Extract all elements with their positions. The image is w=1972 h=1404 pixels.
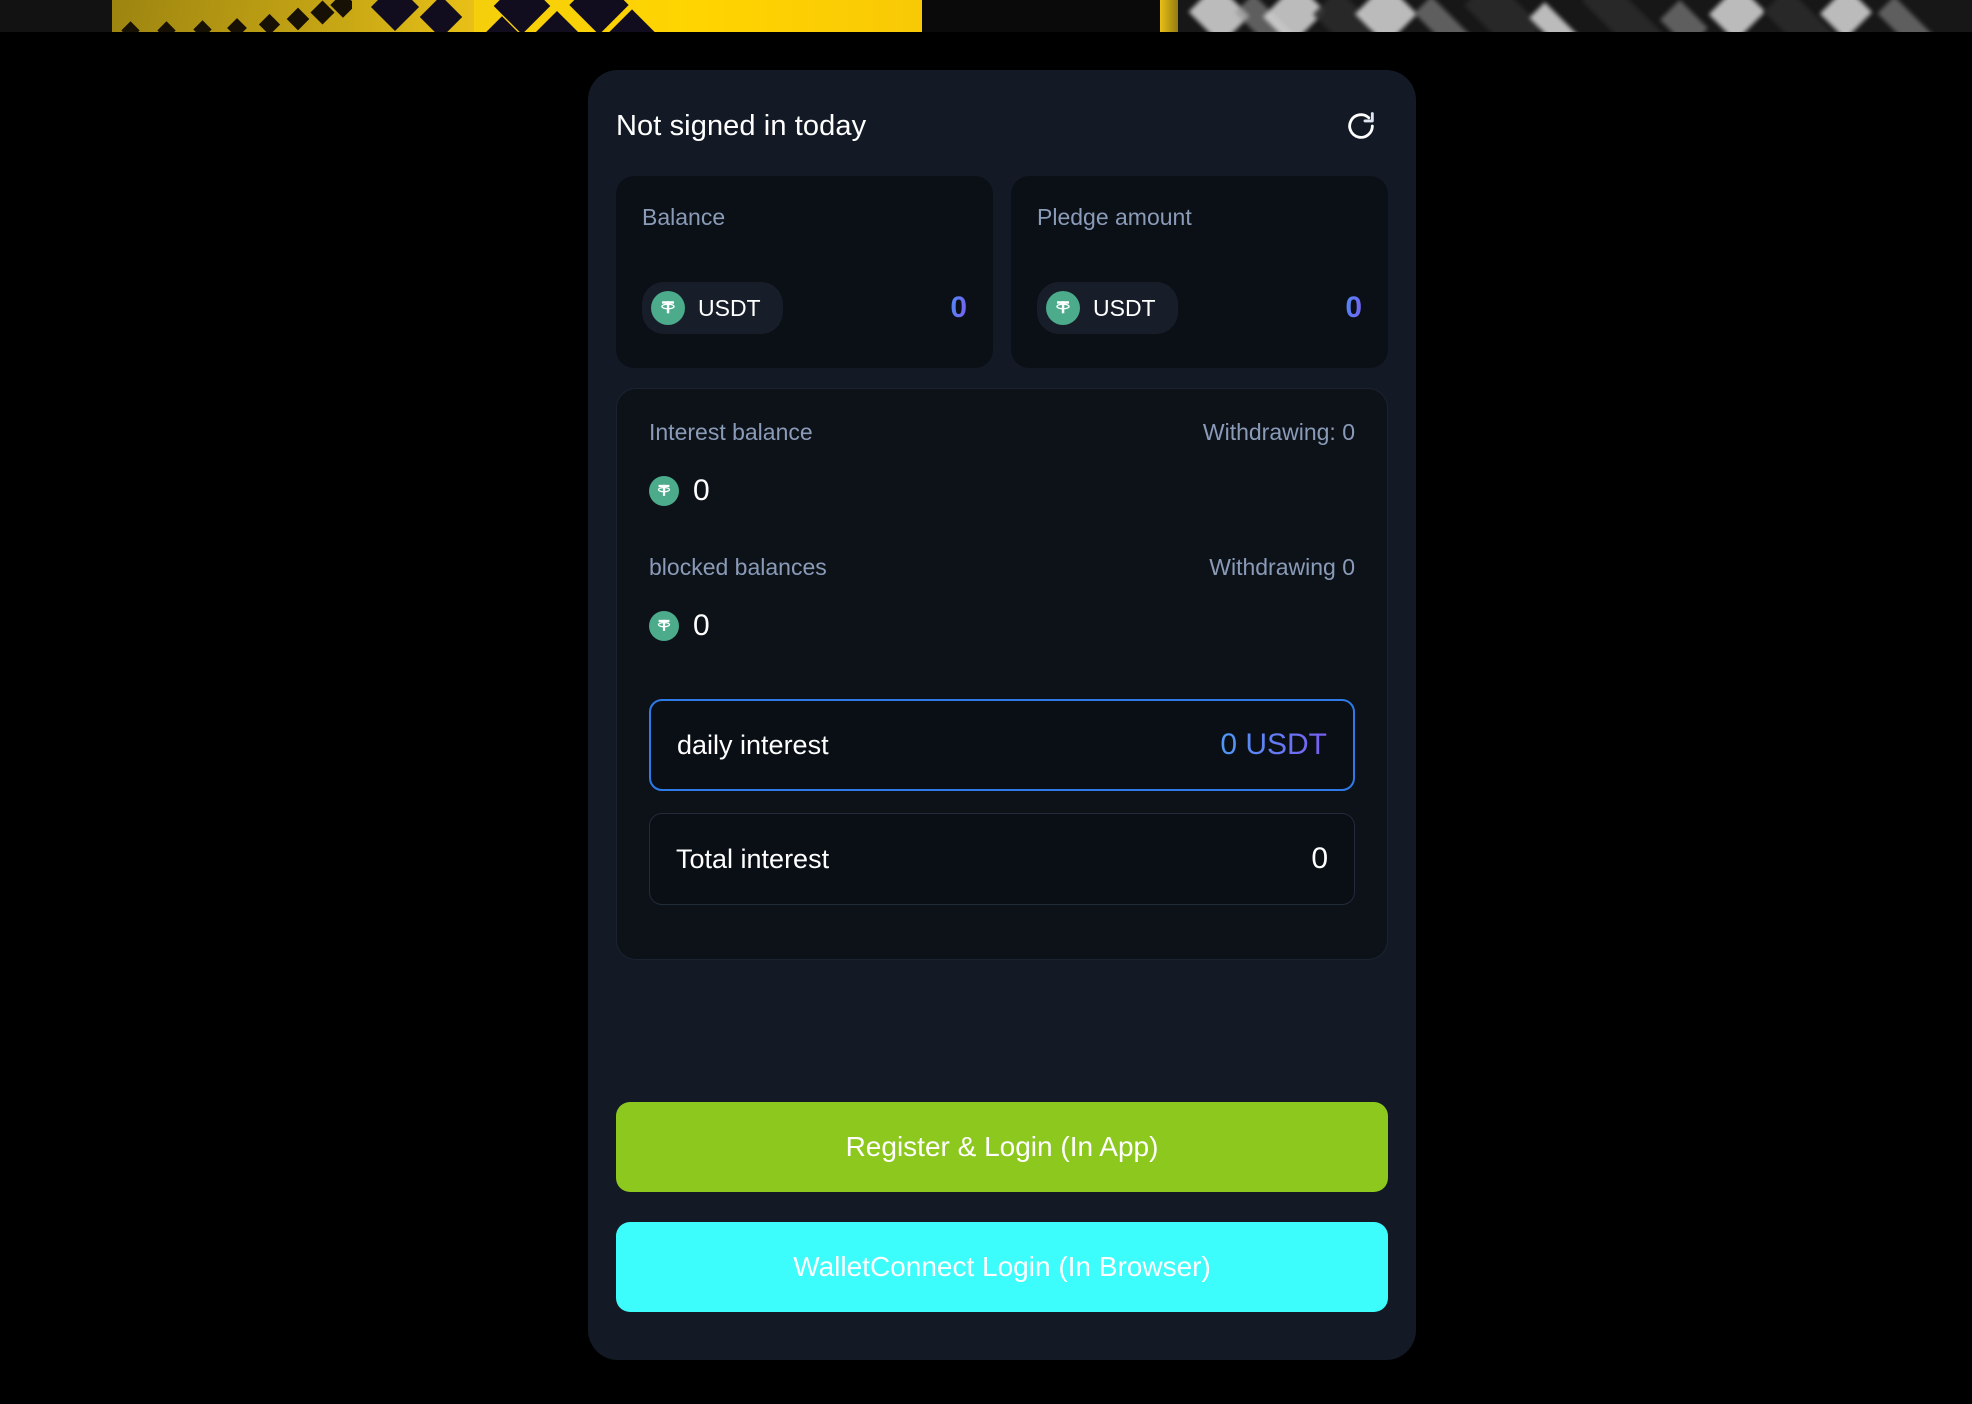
total-interest-label: Total interest: [676, 843, 830, 874]
blocked-balances-value: 0: [693, 609, 710, 642]
tether-usdt-icon: [1046, 291, 1080, 325]
balance-cards-row: Balance USDT 0 Pledge amount USDT 0: [616, 176, 1388, 368]
blocked-balances-label: blocked balances: [649, 554, 827, 580]
page-root: Not signed in today Balance USDT 0 Pledg…: [0, 0, 1972, 1404]
daily-interest-value: 0 USDT: [1220, 728, 1327, 761]
banner-yellow-panel-left: [112, 0, 352, 32]
refresh-button[interactable]: [1334, 99, 1388, 153]
pledge-card-value: 0: [1345, 291, 1362, 324]
balance-card-label: Balance: [642, 204, 726, 230]
pledge-card-label: Pledge amount: [1037, 204, 1192, 230]
token-chip-label: USDT: [698, 294, 761, 321]
tether-usdt-icon: [649, 611, 679, 641]
token-chip-label: USDT: [1093, 294, 1156, 321]
blocked-balances-value-row: 0: [649, 609, 1355, 643]
blocked-balances-block: blocked balances Withdrawing 0 0: [649, 554, 1355, 643]
pledge-card-body: USDT 0: [1037, 282, 1362, 334]
pledge-card[interactable]: Pledge amount USDT 0: [1011, 176, 1388, 368]
interest-balance-withdrawing: Withdrawing: 0: [1202, 419, 1355, 445]
balance-card-body: USDT 0: [642, 282, 967, 334]
register-login-button[interactable]: Register & Login (In App): [616, 1102, 1388, 1192]
interest-balance-value-row: 0: [649, 474, 1355, 508]
page-title: Not signed in today: [616, 109, 867, 142]
banner-yellow-panel-right: [474, 0, 922, 32]
total-interest-value: 0: [1311, 842, 1328, 875]
blocked-balances-header: blocked balances Withdrawing 0: [649, 554, 1355, 581]
balance-card[interactable]: Balance USDT 0: [616, 176, 993, 368]
interest-balance-header: Interest balance Withdrawing: 0: [649, 419, 1355, 446]
tether-usdt-icon: [649, 476, 679, 506]
tether-usdt-icon: [651, 291, 685, 325]
daily-interest-label: daily interest: [677, 729, 829, 760]
banner-yellow-panel-mid: [352, 0, 474, 32]
token-chip-usdt[interactable]: USDT: [1037, 282, 1178, 334]
banner-yellow-edge: [1160, 0, 1180, 32]
daily-interest-box[interactable]: daily interest 0 USDT: [649, 699, 1355, 791]
card-header: Not signed in today: [616, 98, 1388, 154]
balance-card-value: 0: [950, 291, 967, 324]
walletconnect-login-button[interactable]: WalletConnect Login (In Browser): [616, 1222, 1388, 1312]
banner-dark-edge: [0, 0, 112, 32]
banner-photo: [1178, 0, 1972, 32]
interest-balance-value: 0: [693, 474, 710, 507]
interest-panel: Interest balance Withdrawing: 0 0 blocke…: [616, 388, 1388, 960]
interest-balance-label: Interest balance: [649, 419, 813, 445]
token-chip-usdt[interactable]: USDT: [642, 282, 783, 334]
account-card: Not signed in today Balance USDT 0 Pledg…: [588, 70, 1416, 1360]
refresh-icon: [1348, 112, 1374, 139]
total-interest-box[interactable]: Total interest 0: [649, 813, 1355, 905]
blocked-balances-withdrawing: Withdrawing 0: [1209, 554, 1355, 580]
promo-banner-strip[interactable]: [0, 0, 1972, 32]
